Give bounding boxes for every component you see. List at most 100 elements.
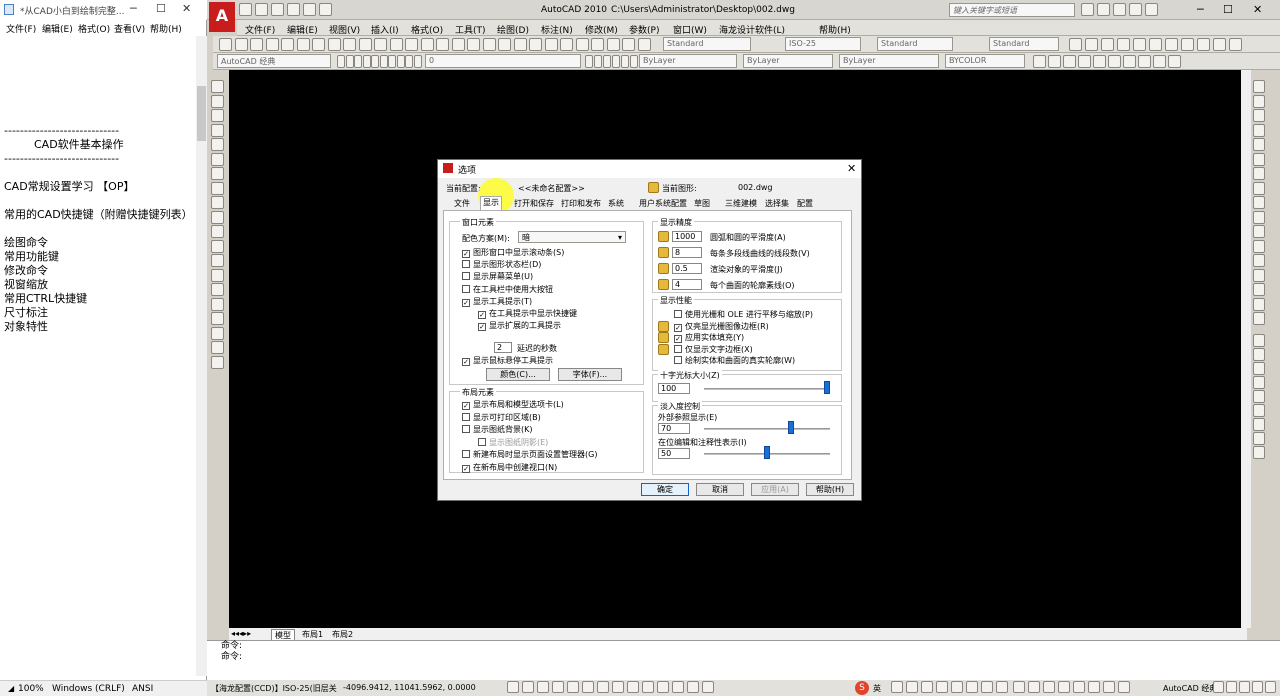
status-right-icon[interactable] [1252,681,1263,693]
maximize-button[interactable]: ☐ [156,2,166,15]
draw-tool-icon[interactable] [211,254,224,267]
status-tray-icon[interactable] [1043,681,1055,693]
status-toggle-icon[interactable] [597,681,609,693]
acad-logo[interactable]: A [209,2,235,32]
layer-tool-icon[interactable] [371,55,379,68]
plotstyle-select[interactable]: BYCOLOR [945,54,1025,68]
modify-tool-icon[interactable] [1253,239,1265,253]
minimize-button[interactable]: ─ [130,2,137,15]
resolution-input-0[interactable]: 1000 [672,231,702,242]
menu-edit[interactable]: 编辑(E) [42,22,73,35]
dim-tool-icon[interactable] [1253,432,1265,445]
open-icon[interactable] [255,3,268,16]
ime-tool-icon[interactable] [996,681,1008,693]
inplace-fade-slider-knob[interactable] [764,446,770,459]
status-toggle-icon[interactable] [522,681,534,693]
redo-icon[interactable] [303,3,316,16]
status-right-icon[interactable] [1213,681,1224,693]
tab-layout2[interactable]: 布局2 [329,629,356,640]
cancel-button[interactable]: 取消 [696,483,744,496]
toolbar-icon[interactable] [219,38,232,51]
table-style-select[interactable]: Standard [877,37,953,51]
resolution-input-3[interactable]: 4 [672,279,702,290]
layout-option-2-box[interactable] [462,425,470,433]
window-option-0-box[interactable]: ✓ [462,250,470,258]
draw-tool-icon[interactable] [211,80,224,93]
draw-tool-icon[interactable] [211,123,224,137]
misc-tool-icon[interactable] [1123,55,1136,68]
toolbar-icon[interactable] [1149,38,1162,51]
layer-tool-icon[interactable] [345,55,354,68]
save-icon[interactable] [271,3,284,16]
layer-select[interactable]: 0 [425,54,581,68]
status-toggle-icon[interactable] [672,681,684,693]
toolbar-icon[interactable] [405,38,418,51]
toolbar-icon[interactable] [482,38,496,51]
workspace-select[interactable]: AutoCAD 经典 [217,54,331,68]
status-tray-icon[interactable] [1103,681,1115,693]
modify-tool-icon[interactable] [1253,225,1265,238]
acad-minimize[interactable]: ─ [1197,3,1204,16]
performance-option-3[interactable]: 仅显示文字边框(X) [674,344,753,355]
dim-tool-icon[interactable] [1253,362,1265,375]
misc-tool-icon[interactable] [1063,55,1076,68]
modify-tool-icon[interactable] [1253,181,1265,195]
inplace-fade-input[interactable]: 50 [658,448,690,459]
acad-menu-help[interactable]: 帮助(H) [819,23,851,36]
draw-tool-icon[interactable] [211,239,224,253]
ime-tool-icon[interactable] [981,681,993,693]
ime-tool-icon[interactable] [921,681,933,693]
acad-menu-file[interactable]: 文件(F) [245,23,275,36]
status-toggle-icon[interactable] [552,681,564,693]
layer-state-icon[interactable] [594,55,602,68]
multileader-style-select[interactable]: Standard [989,37,1059,51]
layout-option-1-box[interactable] [462,412,470,421]
draw-tool-icon[interactable] [211,341,224,354]
modify-tool-icon[interactable] [1253,80,1265,93]
layout-option-0-box[interactable]: ✓ [462,402,470,410]
menu-help[interactable]: 帮助(H) [150,22,182,35]
toolbar-icon[interactable] [1101,38,1114,51]
dim-tool-icon[interactable] [1253,376,1265,389]
layer-tool-icon[interactable] [405,55,413,68]
toolbar-icon[interactable] [1069,38,1082,51]
performance-option-1-box[interactable]: ✓ [674,323,682,332]
layer-tool-icon[interactable] [379,55,388,68]
window-option-3-box[interactable] [462,285,470,293]
toolbar-icon[interactable] [234,38,248,51]
fonts-button[interactable]: 字体(F)... [558,368,622,381]
layer-tool-icon[interactable] [354,55,362,68]
toolbar-icon[interactable] [451,38,465,51]
crosshair-slider-track[interactable] [704,388,830,390]
search-icon[interactable] [1081,3,1094,16]
window-option-5[interactable]: ✓ 在工具提示中显示快捷键 [478,308,577,319]
window-option-1-box[interactable] [462,260,470,268]
dim-tool-icon[interactable] [1253,348,1265,361]
layer-tool-icon[interactable] [413,55,422,68]
acad-maximize[interactable]: ☐ [1223,3,1233,16]
layout-option-4[interactable]: 新建布局时显示页面设置管理器(G) [462,449,597,460]
toolbar-icon[interactable] [560,38,573,51]
toolbar-icon[interactable] [575,38,589,51]
status-toggle-icon[interactable] [642,681,654,693]
layer-state-icon[interactable] [585,55,593,68]
modify-tool-icon[interactable] [1253,167,1265,180]
layer-tool-icon[interactable] [388,55,396,68]
close-button[interactable]: ✕ [182,2,191,15]
status-right-icon[interactable] [1239,681,1250,693]
canvas-vscroll[interactable] [1241,70,1251,628]
toolbar-icon[interactable] [436,38,449,51]
misc-tool-icon[interactable] [1093,55,1106,68]
layout-option-3-box[interactable] [478,437,486,446]
toolbar-icon[interactable] [467,38,480,51]
xref-fade-slider-knob[interactable] [788,421,794,434]
misc-tool-icon[interactable] [1138,55,1151,68]
tab-display[interactable]: 显示 [480,196,502,211]
modify-tool-icon[interactable] [1253,196,1265,209]
linetype-select[interactable]: ByLayer [743,54,833,68]
toolbar-icon[interactable] [281,38,294,51]
layer-tool-icon[interactable] [362,55,371,68]
color-select[interactable]: ByLayer [639,54,737,68]
status-toggle-icon[interactable] [627,681,639,693]
status-toggle-icon[interactable] [657,681,669,693]
